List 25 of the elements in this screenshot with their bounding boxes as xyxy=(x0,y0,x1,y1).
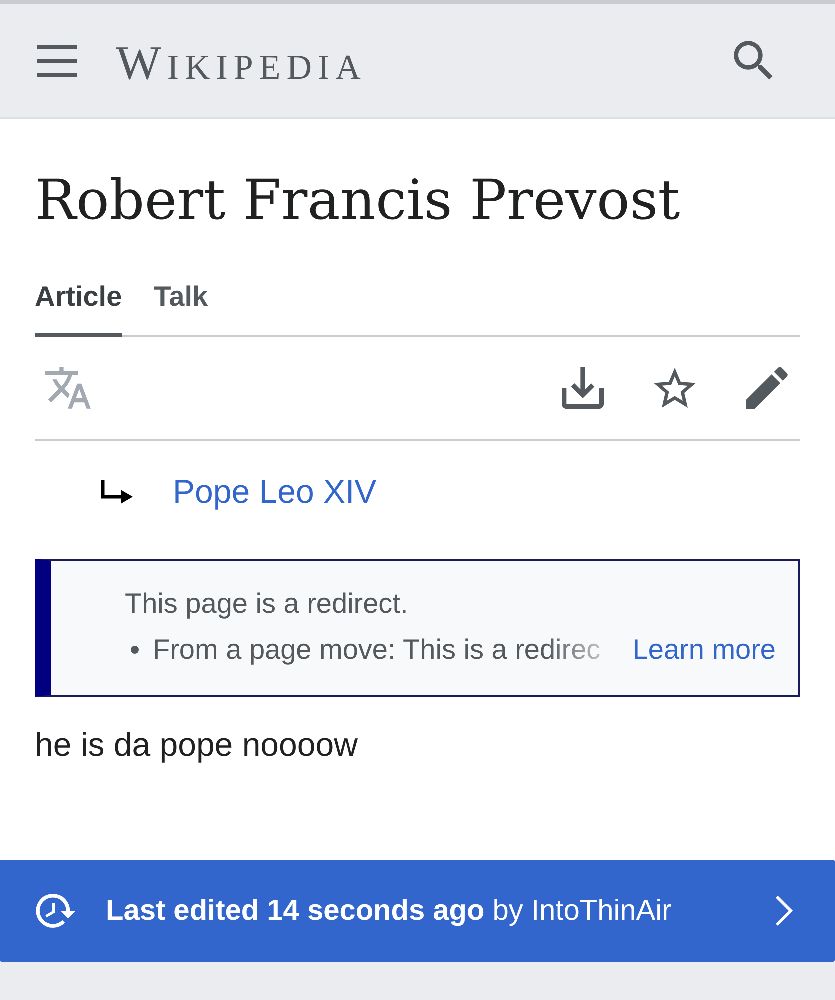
search-icon xyxy=(733,40,775,82)
edit-icon xyxy=(746,367,788,409)
edit-button[interactable] xyxy=(746,367,788,409)
watch-star-button[interactable] xyxy=(654,367,696,409)
menu-button[interactable] xyxy=(37,44,77,76)
bullet-icon xyxy=(131,646,139,654)
tab[interactable]: Article xyxy=(35,280,122,337)
download-button[interactable] xyxy=(562,367,604,409)
article-text: he is da pope noooow xyxy=(35,725,359,765)
wikipedia-logo[interactable]: WIKIPEDIA xyxy=(116,34,367,88)
notice-heading: This page is a redirect. xyxy=(125,587,410,621)
notice-item: From a page move: This is a redirec xyxy=(153,633,601,667)
page-title: Robert Francis Prevost xyxy=(35,167,682,234)
star-icon xyxy=(654,367,696,409)
chevron-right-icon xyxy=(775,895,793,927)
menu-icon xyxy=(37,44,77,76)
redirect-target-link[interactable]: Pope Leo XIV xyxy=(173,473,377,511)
tab[interactable]: Talk xyxy=(154,280,208,337)
search-button[interactable] xyxy=(733,40,775,82)
history-icon xyxy=(36,894,76,928)
download-icon xyxy=(562,367,604,409)
last-edited-bar[interactable]: Last edited 14 seconds ago by IntoThinAir xyxy=(0,860,835,962)
redirect-arrow-icon xyxy=(100,479,134,505)
learn-more-link[interactable]: Learn more xyxy=(632,633,776,667)
translate-icon xyxy=(45,367,91,409)
